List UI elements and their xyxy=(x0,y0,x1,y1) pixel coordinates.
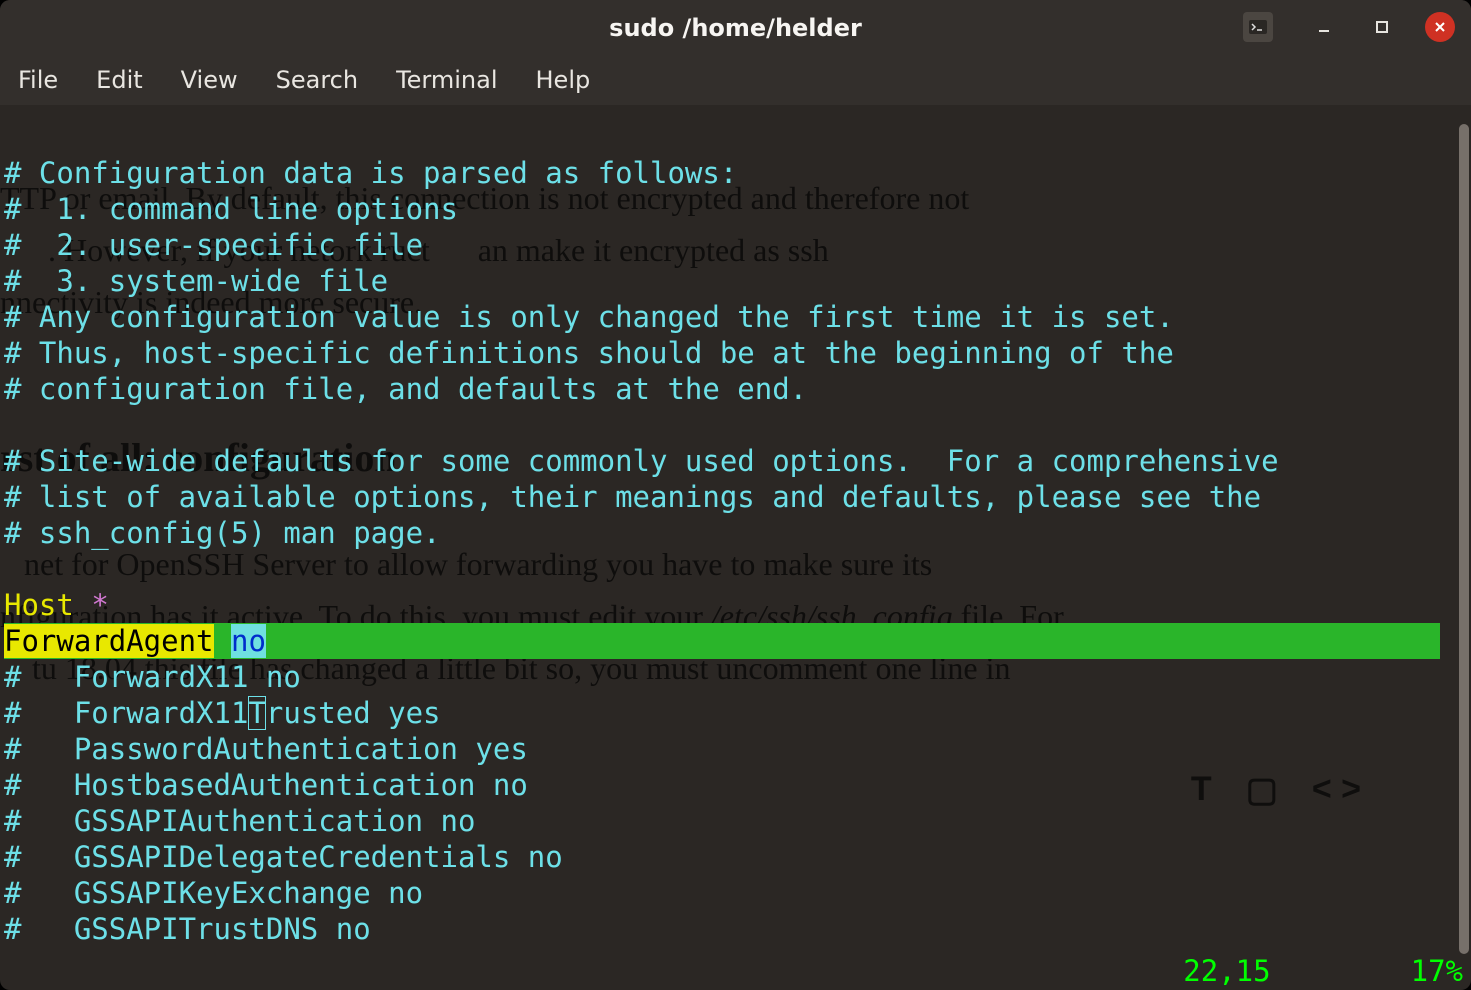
config-line: # GSSAPIAuthentication no xyxy=(4,804,475,838)
config-line: # Thus, host-specific definitions should… xyxy=(4,336,1174,370)
menu-file[interactable]: File xyxy=(18,66,58,94)
scroll-percent: 17% xyxy=(1411,954,1463,988)
cursor-position: 22,15 xyxy=(1183,954,1270,988)
menubar: File Edit View Search Terminal Help xyxy=(0,55,1471,105)
terminal-app-icon xyxy=(1243,12,1273,42)
window-title: sudo /home/helder xyxy=(609,14,862,42)
menu-terminal[interactable]: Terminal xyxy=(396,66,497,94)
host-keyword: Host xyxy=(4,588,74,622)
config-line: # 2. user-specific file xyxy=(4,228,423,262)
terminal-window: TTP or email. By default, this connectio… xyxy=(0,0,1471,990)
config-line: # list of available options, their meani… xyxy=(4,480,1261,514)
config-line: # PasswordAuthentication yes xyxy=(4,732,528,766)
vim-status-line: 22,15 17% xyxy=(1183,954,1463,988)
config-line: # HostbasedAuthentication no xyxy=(4,768,528,802)
menu-edit[interactable]: Edit xyxy=(96,66,142,94)
titlebar: sudo /home/helder xyxy=(0,0,1471,55)
config-line: # configuration file, and defaults at th… xyxy=(4,372,807,406)
config-line: # ForwardX11 no xyxy=(4,660,301,694)
config-line: # Any configuration value is only change… xyxy=(4,300,1174,334)
minimize-button[interactable] xyxy=(1309,12,1339,42)
menu-help[interactable]: Help xyxy=(536,66,591,94)
config-line: # 3. system-wide file xyxy=(4,264,388,298)
window-controls xyxy=(1243,12,1455,42)
config-line: # ForwardX11Trusted yes xyxy=(4,696,441,730)
config-line: # GSSAPIDelegateCredentials no xyxy=(4,840,563,874)
config-line: # Configuration data is parsed as follow… xyxy=(4,156,737,190)
host-pattern: * xyxy=(91,588,108,622)
config-line: # Site-wide defaults for some commonly u… xyxy=(4,444,1279,478)
config-line: # 1. command line options xyxy=(4,192,458,226)
close-button[interactable] xyxy=(1425,12,1455,42)
terminal-content[interactable]: # Configuration data is parsed as follow… xyxy=(0,105,1471,947)
menu-search[interactable]: Search xyxy=(276,66,358,94)
config-line: # GSSAPIKeyExchange no xyxy=(4,876,423,910)
config-line: # ssh_config(5) man page. xyxy=(4,516,441,550)
scrollbar[interactable] xyxy=(1459,124,1469,954)
maximize-button[interactable] xyxy=(1367,12,1397,42)
menu-view[interactable]: View xyxy=(181,66,238,94)
config-line: # GSSAPITrustDNS no xyxy=(4,912,371,946)
cursor-line: ForwardAgent no xyxy=(4,623,1440,659)
